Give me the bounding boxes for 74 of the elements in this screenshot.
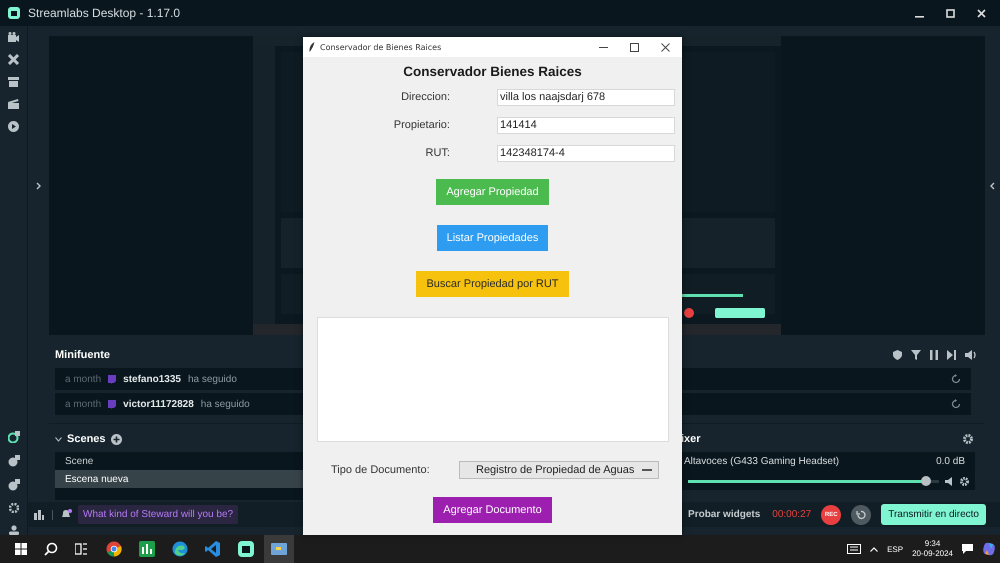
clock-date[interactable]: 20-09-2024	[912, 549, 953, 559]
settings-icon[interactable]	[960, 477, 969, 486]
code-editor-icon	[205, 541, 221, 557]
shield-icon[interactable]	[893, 350, 902, 360]
edge-icon	[172, 541, 188, 557]
search-icon[interactable]	[44, 542, 58, 556]
event-user: victor11172828	[123, 398, 194, 410]
action-button[interactable]: Buscar Propiedad por RUT	[416, 271, 569, 297]
play-icon[interactable]	[8, 121, 19, 132]
chrome-icon	[106, 541, 122, 557]
add-icon[interactable]	[110, 434, 122, 444]
pause-icon[interactable]	[930, 350, 938, 360]
field-label: RUT:	[424, 146, 450, 161]
document-type-dropdown[interactable]: Registro de Propiedad de Aguas	[459, 461, 659, 479]
panel-title: Scenes	[67, 433, 106, 445]
input-language[interactable]: ESP	[887, 544, 904, 554]
task-view-icon[interactable]	[75, 543, 87, 555]
chat-bubble-icon	[108, 400, 116, 408]
clock-time[interactable]: 9:34	[924, 539, 940, 549]
copilot-icon[interactable]	[982, 542, 996, 556]
clapperboard-icon[interactable]	[8, 99, 19, 109]
windows-start-icon[interactable]	[15, 543, 27, 555]
chevron-up-icon[interactable]	[870, 546, 878, 552]
filter-icon[interactable]	[911, 350, 921, 360]
settings-icon[interactable]	[8, 503, 18, 513]
window-title: Streamlabs Desktop - 1.17.0	[28, 6, 182, 20]
event-time: a month	[65, 374, 102, 384]
event-action: ha seguido	[188, 374, 237, 384]
field-label: Direccion:	[400, 90, 450, 105]
settings-icon[interactable]	[963, 434, 973, 444]
refresh-icon[interactable]	[951, 399, 961, 409]
app-logo-icon	[8, 7, 20, 19]
python-window-icon	[271, 541, 287, 557]
field-label: Propietario:	[392, 118, 450, 133]
bar-chart-icon[interactable]	[34, 510, 44, 520]
panel-title: Minifuente	[55, 349, 110, 361]
maximize-icon[interactable]	[630, 42, 639, 52]
keyboard-icon[interactable]	[847, 544, 862, 554]
feather-icon	[309, 42, 315, 52]
user-icon[interactable]	[8, 525, 18, 535]
event-user: stefano1335	[123, 374, 181, 384]
test-widgets-link[interactable]: Probar widgets	[688, 509, 760, 520]
form-heading: Conservador Bienes Raices	[402, 64, 583, 79]
event-time: a month	[65, 398, 102, 410]
recording-timer: 00:00:27	[772, 509, 812, 520]
go-live-button[interactable]: Transmitir en directo	[881, 504, 986, 525]
steward-prompt[interactable]: What kind of Steward will you be?	[78, 505, 238, 524]
replay-button[interactable]	[851, 504, 872, 524]
panel-title: ixer	[681, 433, 701, 445]
chat-bubble-icon	[108, 374, 116, 384]
store-icon[interactable]	[8, 77, 19, 87]
chevron-right-icon[interactable]	[36, 182, 41, 190]
input-field[interactable]: 141414	[497, 117, 675, 134]
volume-reading: 0.0 dB	[936, 456, 965, 467]
streamlabs-icon	[238, 541, 254, 557]
notification-icon[interactable]	[962, 544, 973, 554]
camera-icon[interactable]	[8, 32, 19, 42]
field-label: Tipo de Documento:	[331, 464, 431, 476]
bell-icon[interactable]	[61, 509, 72, 520]
skip-icon[interactable]	[947, 350, 956, 360]
bar-chart-app-icon	[139, 541, 155, 557]
input-field[interactable]: 142348174-4	[497, 145, 675, 162]
refresh-icon[interactable]	[951, 374, 961, 384]
caret-down-icon[interactable]	[55, 436, 62, 442]
volume-icon[interactable]	[965, 350, 977, 360]
submit-button[interactable]: Agregar Documento	[433, 497, 552, 523]
window-title: Conservador de Bienes Raices	[320, 42, 442, 52]
close-icon[interactable]	[661, 42, 670, 52]
speaker-icon[interactable]	[945, 477, 954, 486]
event-action: ha seguido	[200, 398, 250, 410]
input-field[interactable]: villa los naajsdarj 678	[497, 89, 675, 106]
audio-source-name: Altavoces (G433 Gaming Headset)	[684, 456, 840, 467]
chevron-left-icon[interactable]	[990, 182, 995, 190]
replay-icon	[856, 510, 866, 520]
